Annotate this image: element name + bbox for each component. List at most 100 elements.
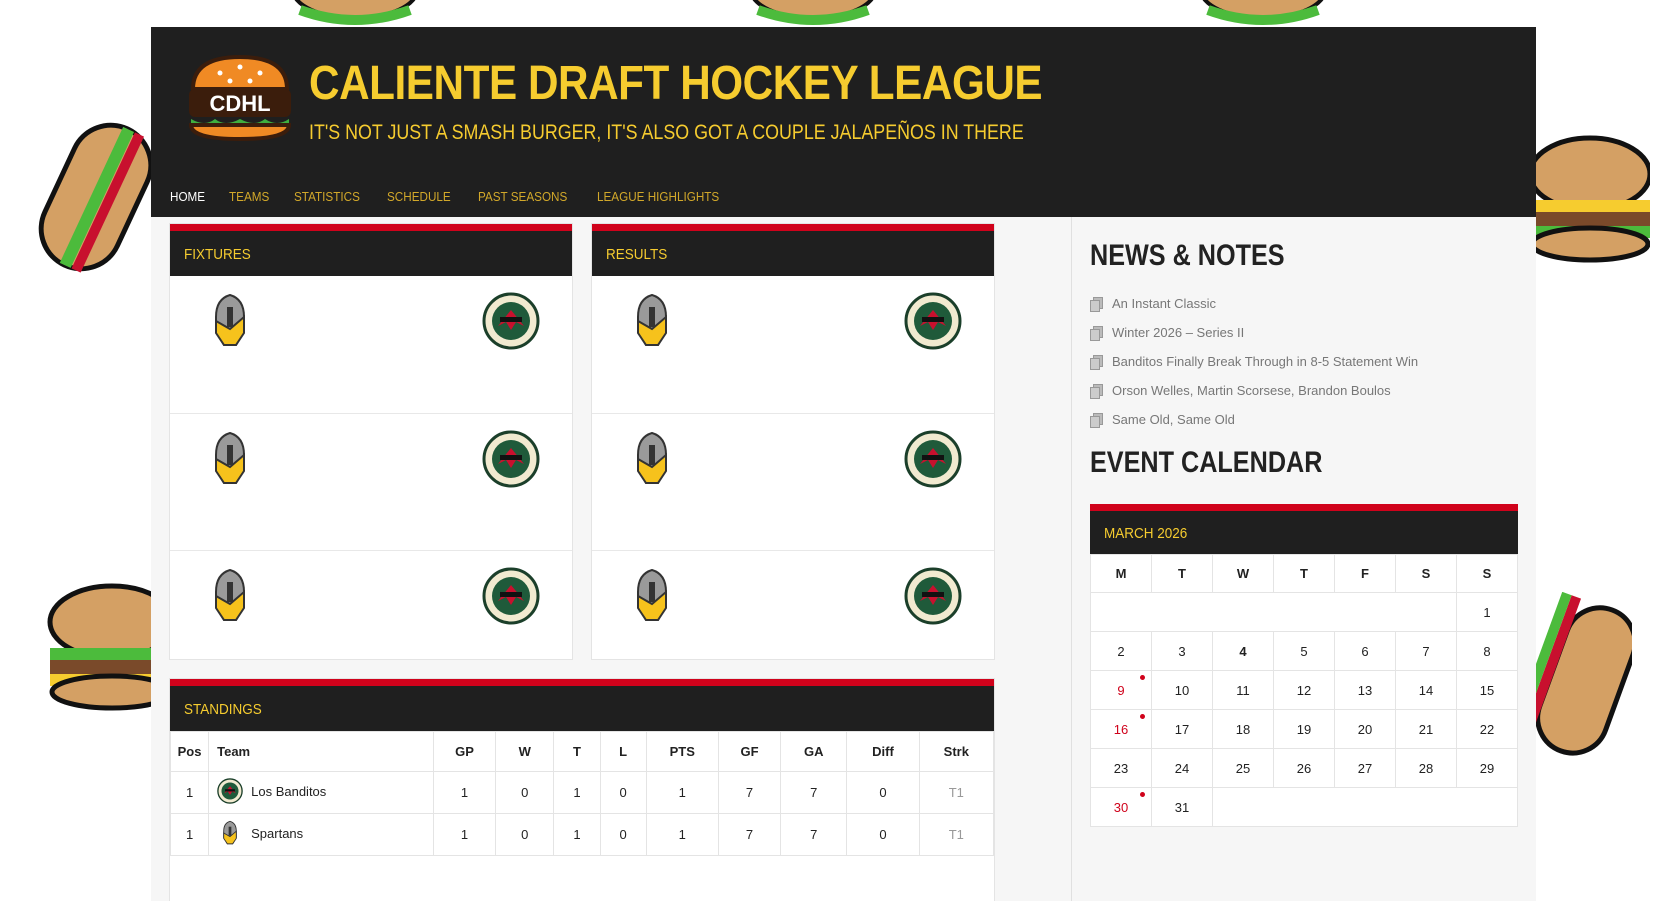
standings-cell-strk: T1 [918, 771, 995, 814]
standings-cell-t: 1 [553, 771, 601, 814]
calendar-day[interactable]: 16 [1090, 709, 1152, 749]
event-calendar: MARCH 2026 MTWTFSS 1 2 3 4 5 6 7 8 9 10 11 12 13 14 15… [1090, 504, 1518, 827]
sidebar: NEWS & NOTES An Instant Classic Winter 20… [1071, 217, 1536, 901]
burger-decoration-icon [1522, 592, 1632, 756]
calendar-heading: EVENT CALENDAR [1090, 446, 1323, 479]
spartans-logo-icon[interactable] [632, 293, 672, 349]
news-heading: NEWS & NOTES [1090, 239, 1285, 272]
calendar-day: 21 [1395, 709, 1457, 749]
news-item-label[interactable]: Orson Welles, Martin Scorsese, Brandon B… [1112, 383, 1391, 398]
los-banditos-logo-icon[interactable] [904, 567, 962, 625]
news-item-label[interactable]: Banditos Finally Break Through in 8-5 St… [1112, 354, 1418, 369]
news-item-label[interactable]: Same Old, Same Old [1112, 412, 1235, 427]
nav-schedule[interactable]: SCHEDULE [387, 189, 451, 204]
standings-col-strk: Strk [918, 731, 995, 772]
standings-cell-pts: 1 [645, 813, 719, 856]
calendar-week: 23 24 25 26 27 28 29 [1090, 748, 1518, 788]
site-title[interactable]: CALIENTE DRAFT HOCKEY LEAGUE [309, 56, 1043, 111]
calendar-day: 10 [1151, 670, 1213, 710]
spartans-logo-icon[interactable] [632, 568, 672, 624]
nav-teams[interactable]: TEAMS [229, 189, 269, 204]
standings-cell-t: 1 [553, 813, 601, 856]
calendar-day: 24 [1151, 748, 1213, 788]
standings-cell-team[interactable]: Los Banditos [208, 771, 434, 814]
site-header: CDHL CALIENTE DRAFT HOCKEY LEAGUE IT'S N… [151, 27, 1536, 217]
calendar-pad [1212, 787, 1518, 827]
fixture-item [170, 550, 572, 687]
burger-decoration-icon [1202, 0, 1324, 25]
burger-decoration-icon [38, 122, 154, 273]
spartans-logo-icon[interactable] [210, 568, 250, 624]
calendar-week: 2345678 [1090, 631, 1518, 671]
calendar-day: 25 [1212, 748, 1274, 788]
calendar-day: 19 [1273, 709, 1335, 749]
calendar-day: 15 [1456, 670, 1518, 710]
standings-col-t: T [553, 731, 601, 772]
los-banditos-logo-icon [217, 778, 243, 804]
calendar-table: MTWTFSS 1 2 3 4 5 6 7 8 9 10 11 12 13 14 15 16 17 18 19 20 2… [1090, 554, 1518, 827]
calendar-day: 23 [1090, 748, 1152, 788]
calendar-day: 1 [1456, 592, 1518, 632]
calendar-day: 4 [1212, 631, 1274, 671]
team-name[interactable]: Spartans [251, 826, 303, 841]
standings-cell-strk: T1 [918, 813, 995, 856]
calendar-day: 12 [1273, 670, 1335, 710]
standings-col-w: W [495, 731, 555, 772]
news-item[interactable]: An Instant Classic [1090, 289, 1536, 318]
calendar-weekday: T [1151, 554, 1213, 593]
team-name[interactable]: Los Banditos [251, 784, 326, 799]
standings-cell-w: 0 [495, 771, 555, 814]
calendar-weekday: M [1090, 554, 1152, 593]
results-panel: RESULTS [591, 223, 995, 660]
nav-home[interactable]: HOME [170, 189, 205, 204]
result-item [592, 413, 994, 550]
spartans-logo-icon[interactable] [632, 431, 672, 487]
calendar-week: 1 [1090, 592, 1518, 632]
standings-cell-team[interactable]: Spartans [208, 813, 434, 856]
news-item[interactable]: Banditos Finally Break Through in 8-5 St… [1090, 347, 1536, 376]
fixtures-panel: FIXTURES [169, 223, 573, 660]
standings-col-pos: Pos [169, 731, 210, 772]
news-item-label[interactable]: Winter 2026 – Series II [1112, 325, 1244, 340]
calendar-day: 3 [1151, 631, 1213, 671]
table-row: 1 Spartans 1 0 1 0 1 7 7 0 T1 [169, 813, 995, 856]
fixtures-heading: FIXTURES [170, 224, 572, 276]
nav-past-seasons[interactable]: PAST SEASONS [478, 189, 567, 204]
document-icon [1090, 354, 1103, 370]
calendar-day[interactable]: 9 [1090, 670, 1152, 710]
news-item[interactable]: Same Old, Same Old [1090, 405, 1536, 434]
result-item [592, 276, 994, 413]
calendar-day[interactable]: 30 [1090, 787, 1152, 827]
standings-col-gp: GP [432, 731, 497, 772]
news-item[interactable]: Orson Welles, Martin Scorsese, Brandon B… [1090, 376, 1536, 405]
standings-col-pts: PTS [645, 731, 719, 772]
calendar-pad [1090, 592, 1457, 632]
news-item-label[interactable]: An Instant Classic [1112, 296, 1216, 311]
calendar-day: 8 [1456, 631, 1518, 671]
nav-statistics[interactable]: STATISTICS [294, 189, 360, 204]
burger-decoration-icon [752, 0, 874, 25]
news-item[interactable]: Winter 2026 – Series II [1090, 318, 1536, 347]
calendar-week: 9 10 11 12 13 14 15 [1090, 670, 1518, 710]
los-banditos-logo-icon[interactable] [904, 430, 962, 488]
standings-cell-w: 0 [495, 813, 555, 856]
los-banditos-logo-icon[interactable] [482, 567, 540, 625]
standings-col-team: Team [208, 731, 434, 772]
los-banditos-logo-icon[interactable] [904, 292, 962, 350]
spartans-logo-icon[interactable] [210, 431, 250, 487]
calendar-day: 29 [1456, 748, 1518, 788]
calendar-month: MARCH 2026 [1090, 504, 1518, 554]
los-banditos-logo-icon[interactable] [482, 430, 540, 488]
spartans-logo-icon[interactable] [210, 293, 250, 349]
los-banditos-logo-icon[interactable] [482, 292, 540, 350]
calendar-day: 17 [1151, 709, 1213, 749]
standings-cell-l: 0 [599, 771, 647, 814]
burger-decoration-icon [1527, 135, 1650, 263]
standings-cell-pts: 1 [645, 771, 719, 814]
calendar-weekday: T [1273, 554, 1335, 593]
nav-league-highlights[interactable]: LEAGUE HIGHLIGHTS [597, 189, 719, 204]
calendar-day: 2 [1090, 631, 1152, 671]
calendar-day: 11 [1212, 670, 1274, 710]
calendar-day: 6 [1334, 631, 1396, 671]
standings-cell-diff: 0 [846, 771, 920, 814]
